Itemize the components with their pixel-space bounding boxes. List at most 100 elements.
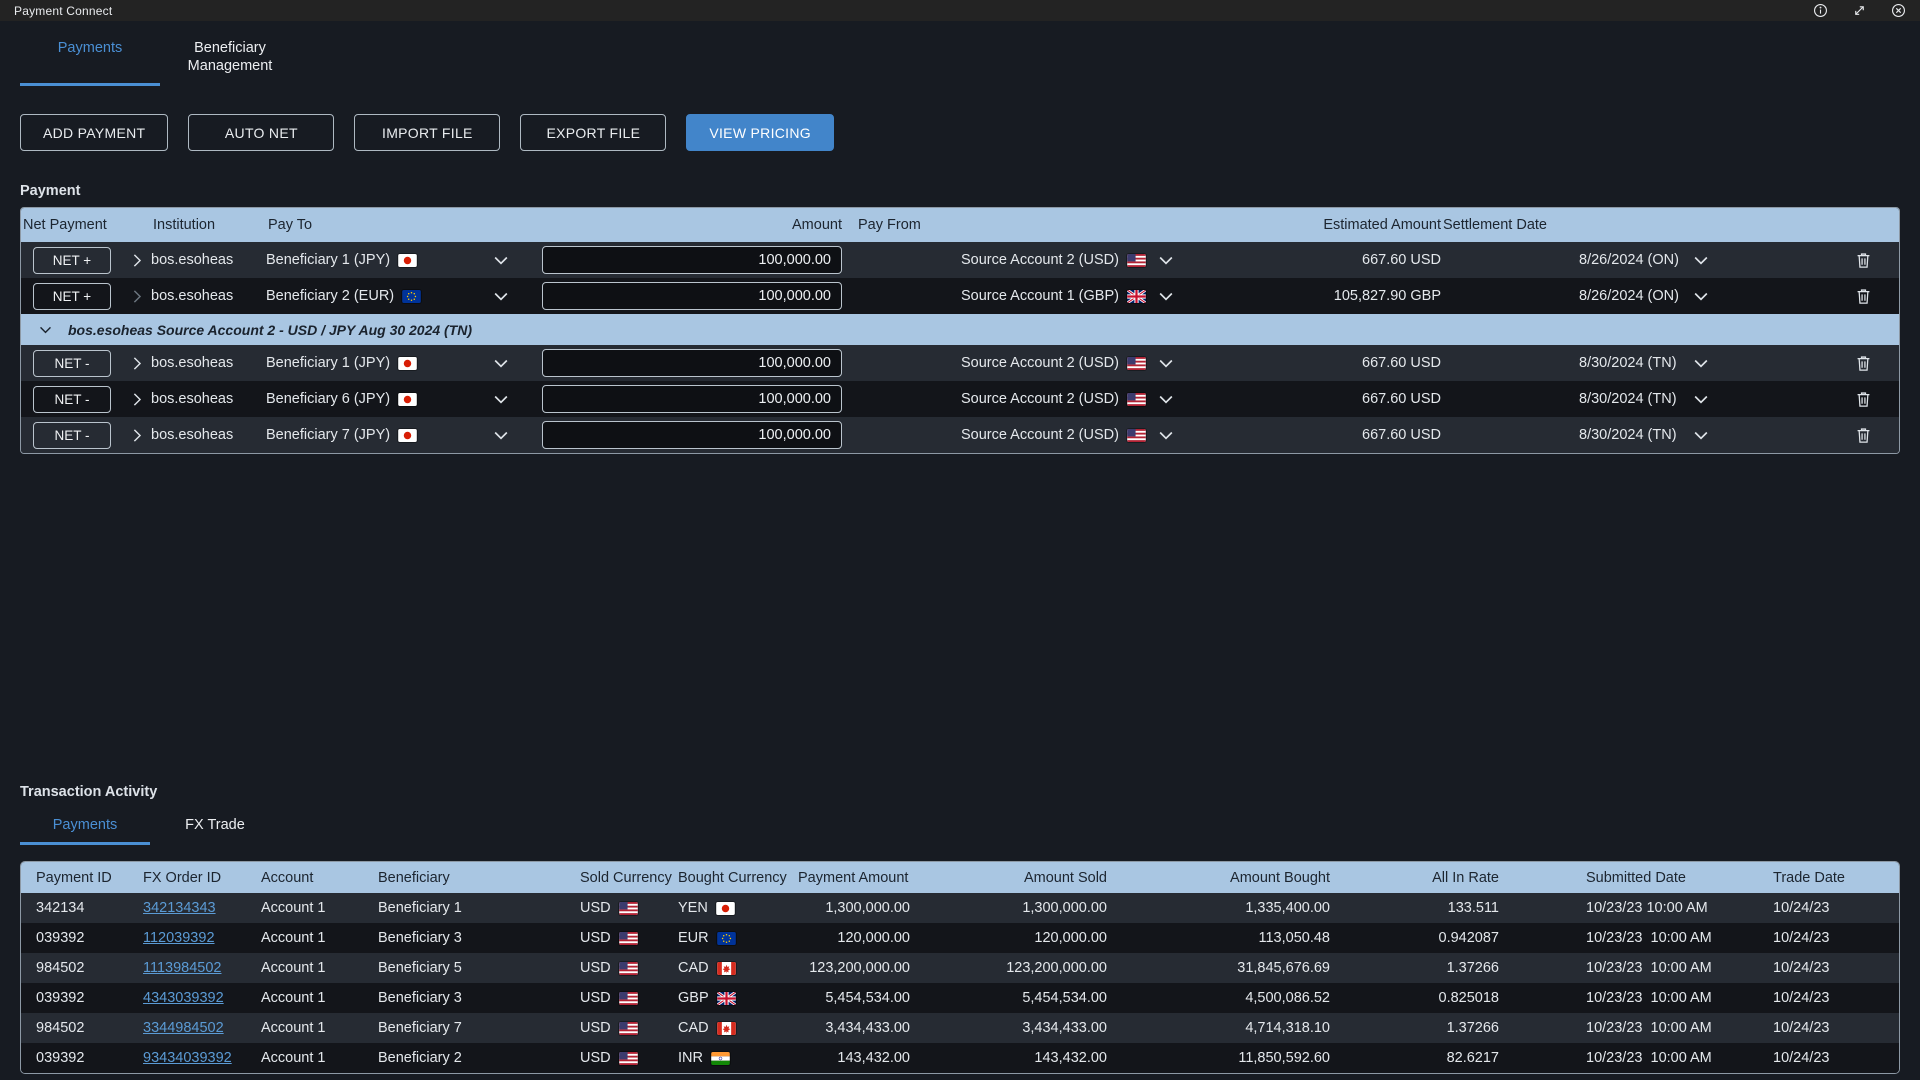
settlement-dropdown-icon[interactable]: [1691, 250, 1711, 270]
transaction-row: 342134342134343Account 1Beneficiary 1USD…: [21, 893, 1899, 923]
amount-input[interactable]: [542, 385, 842, 413]
transaction-section-title: Transaction Activity: [20, 784, 1900, 800]
col-fx-order-id: FX Order ID: [143, 870, 261, 886]
titlebar: Payment Connect: [0, 0, 1920, 21]
col-settlement-date: Settlement Date: [1441, 217, 1691, 233]
pay-from-dropdown-icon[interactable]: [1156, 425, 1176, 445]
pay-to-value: Beneficiary 1 (JPY): [266, 355, 390, 371]
all-in-rate-cell: 0.825018: [1330, 990, 1499, 1006]
auto-net-button[interactable]: AUTO NET: [188, 114, 334, 151]
import-file-button[interactable]: IMPORT FILE: [354, 114, 500, 151]
pay-to-value: Beneficiary 2 (EUR): [266, 288, 394, 304]
transaction-table: Payment ID FX Order ID Account Beneficia…: [20, 861, 1900, 1074]
col-sold-currency: Sold Currency: [580, 870, 678, 886]
transaction-row: 03939293434039392Account 1Beneficiary 2U…: [21, 1043, 1899, 1073]
pay-to-dropdown-icon[interactable]: [491, 389, 511, 409]
flag-us-icon: [619, 902, 638, 915]
col-amount-sold: Amount Sold: [910, 870, 1107, 886]
payment-row: NET -bos.esoheasBeneficiary 1 (JPY)Sourc…: [21, 345, 1899, 381]
settlement-dropdown-icon[interactable]: [1691, 389, 1711, 409]
flag-jp-icon: [398, 254, 417, 267]
amount-sold-cell: 3,434,433.00: [910, 1020, 1107, 1036]
net-toggle-button[interactable]: NET +: [33, 283, 111, 310]
transaction-table-header: Payment ID FX Order ID Account Beneficia…: [21, 862, 1899, 893]
net-toggle-button[interactable]: NET -: [33, 350, 111, 377]
delete-icon[interactable]: [1854, 389, 1873, 409]
amount-input[interactable]: [542, 282, 842, 310]
institution-cell: bos.esoheas: [151, 355, 266, 371]
settlement-date-cell: 8/26/2024 (ON): [1441, 288, 1691, 304]
payment-id-cell: 984502: [21, 1020, 143, 1036]
settlement-dropdown-icon[interactable]: [1691, 286, 1711, 306]
net-toggle-button[interactable]: NET -: [33, 422, 111, 449]
fx-order-link[interactable]: 112039392: [143, 930, 215, 946]
flag-in-icon: [711, 1052, 730, 1065]
tab-beneficiary-management[interactable]: Beneficiary Management: [160, 33, 300, 86]
fx-order-link[interactable]: 93434039392: [143, 1050, 232, 1066]
pay-from-dropdown-icon[interactable]: [1156, 250, 1176, 270]
txn-tab-fx-trade[interactable]: FX Trade: [150, 810, 280, 845]
fx-order-link[interactable]: 1113984502: [143, 960, 222, 976]
col-institution: Institution: [151, 217, 266, 233]
pay-from-value: Source Account 1 (GBP): [961, 288, 1119, 304]
delete-icon[interactable]: [1854, 425, 1873, 445]
net-toggle-button[interactable]: NET +: [33, 247, 111, 274]
amount-input[interactable]: [542, 349, 842, 377]
delete-icon[interactable]: [1854, 286, 1873, 306]
submitted-date-cell: 10/23/23 10:00 AM: [1499, 960, 1751, 976]
close-icon[interactable]: [1891, 3, 1906, 18]
submitted-date-cell: 10/23/23 10:00 AM: [1499, 1050, 1751, 1066]
pay-from-dropdown-icon[interactable]: [1156, 353, 1176, 373]
expand-row-icon[interactable]: [128, 391, 145, 408]
sold-currency-cell: USD: [580, 1020, 611, 1036]
payment-amount-cell: 123,200,000.00: [798, 960, 910, 976]
expand-row-icon[interactable]: [128, 288, 145, 305]
pay-to-dropdown-icon[interactable]: [491, 250, 511, 270]
account-cell: Account 1: [261, 1020, 378, 1036]
expand-row-icon[interactable]: [128, 252, 145, 269]
flag-us-icon: [1127, 393, 1146, 406]
expand-row-icon[interactable]: [128, 355, 145, 372]
tab-payments[interactable]: Payments: [20, 33, 160, 86]
pay-from-dropdown-icon[interactable]: [1156, 389, 1176, 409]
col-amount-bought: Amount Bought: [1107, 870, 1330, 886]
settlement-date-cell: 8/30/2024 (TN): [1441, 391, 1691, 407]
expand-row-icon[interactable]: [128, 427, 145, 444]
trade-date-cell: 10/24/23: [1751, 930, 1899, 946]
settlement-dropdown-icon[interactable]: [1691, 353, 1711, 373]
net-toggle-button[interactable]: NET -: [33, 386, 111, 413]
pay-to-dropdown-icon[interactable]: [491, 353, 511, 373]
beneficiary-cell: Beneficiary 3: [378, 930, 580, 946]
collapse-group-icon[interactable]: [37, 321, 54, 338]
delete-icon[interactable]: [1854, 353, 1873, 373]
txn-tab-payments[interactable]: Payments: [20, 810, 150, 845]
fx-order-link[interactable]: 4343039392: [143, 990, 224, 1006]
all-in-rate-cell: 0.942087: [1330, 930, 1499, 946]
add-payment-button[interactable]: ADD PAYMENT: [20, 114, 168, 151]
settlement-dropdown-icon[interactable]: [1691, 425, 1711, 445]
payment-id-cell: 039392: [21, 1050, 143, 1066]
pay-from-dropdown-icon[interactable]: [1156, 286, 1176, 306]
amount-bought-cell: 113,050.48: [1107, 930, 1330, 946]
info-icon[interactable]: [1813, 3, 1828, 18]
amount-sold-cell: 120,000.00: [910, 930, 1107, 946]
account-cell: Account 1: [261, 900, 378, 916]
fx-order-link[interactable]: 342134343: [143, 900, 216, 916]
export-file-button[interactable]: EXPORT FILE: [520, 114, 666, 151]
amount-bought-cell: 11,850,592.60: [1107, 1050, 1330, 1066]
pay-to-dropdown-icon[interactable]: [491, 425, 511, 445]
pay-to-value: Beneficiary 6 (JPY): [266, 391, 390, 407]
flag-us-icon: [619, 1022, 638, 1035]
payment-id-cell: 342134: [21, 900, 143, 916]
view-pricing-button[interactable]: VIEW PRICING: [686, 114, 834, 151]
fx-order-link[interactable]: 3344984502: [143, 1020, 224, 1036]
pay-to-dropdown-icon[interactable]: [491, 286, 511, 306]
payment-amount-cell: 1,300,000.00: [798, 900, 910, 916]
account-cell: Account 1: [261, 960, 378, 976]
delete-icon[interactable]: [1854, 250, 1873, 270]
payment-id-cell: 039392: [21, 990, 143, 1006]
expand-icon[interactable]: [1852, 3, 1867, 18]
amount-input[interactable]: [542, 421, 842, 449]
amount-input[interactable]: [542, 246, 842, 274]
payment-amount-cell: 143,432.00: [798, 1050, 910, 1066]
